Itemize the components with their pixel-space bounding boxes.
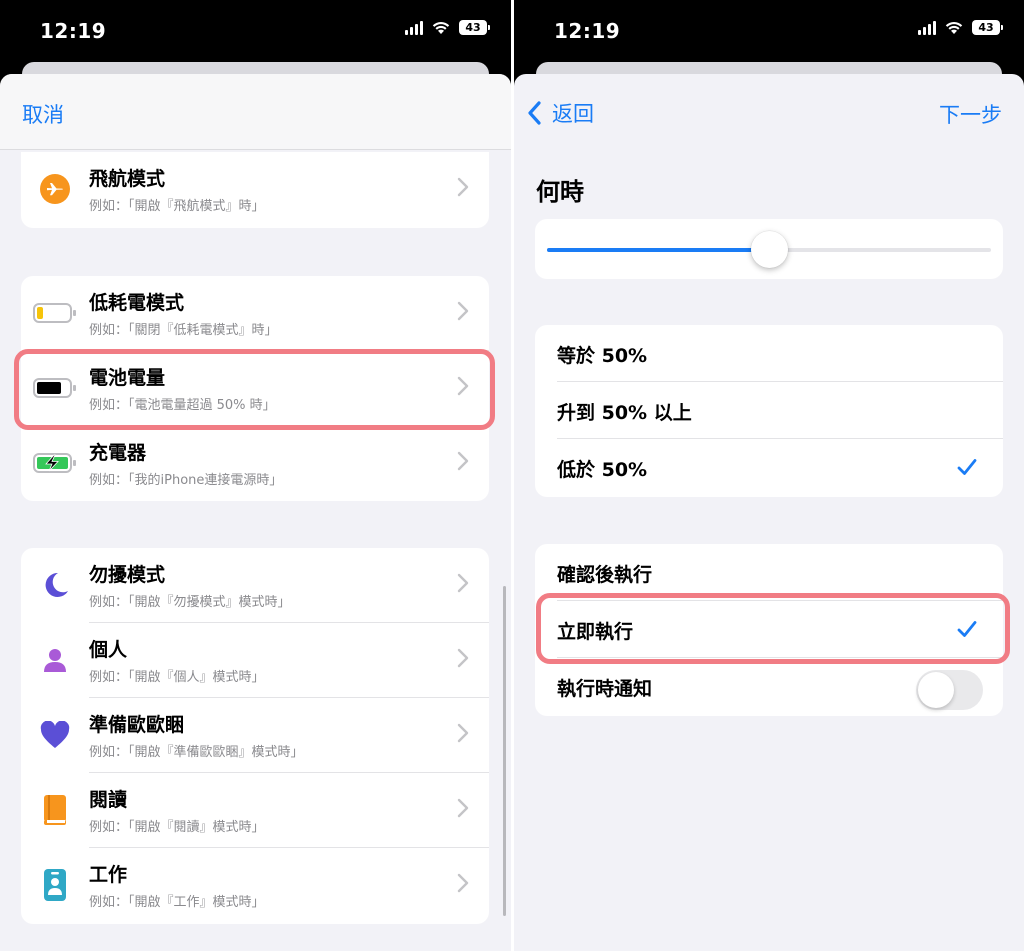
nav-bar: 取消 [0, 74, 511, 150]
item-subtitle: 例如：「開啟『飛航模式』時」 [89, 199, 265, 214]
item-subtitle: 例如：「關閉『低耗電模式』時」 [89, 323, 278, 338]
item-title: 勿擾模式 [89, 564, 166, 586]
left-screen: 12:19 43 取消 飛航模式 例如：「開啟『飛航模式』時」 低耗電模式 例如… [0, 0, 511, 951]
next-button[interactable]: 下一步 [939, 99, 1002, 129]
item-title: 閱讀 [89, 789, 128, 811]
list-item-sleep[interactable]: 準備歐歐睏 例如：「開啟『準備歐歐睏』模式時」 [21, 698, 489, 773]
option-rise-above[interactable]: 升到 50% 以上 [535, 382, 1003, 439]
item-title: 低耗電模式 [89, 292, 185, 314]
list-item-battery-level[interactable]: 電池電量 例如：「電池電量超過 50% 時」 [21, 351, 489, 426]
chevron-left-icon [528, 101, 541, 125]
item-title: 工作 [89, 864, 128, 886]
condition-options: 等於 50% 升到 50% 以上 低於 50% [535, 325, 1003, 497]
option-ask-before-running[interactable]: 確認後執行 [535, 544, 1003, 601]
item-subtitle: 例如：「開啟『閱讀』模式時」 [89, 820, 265, 835]
option-label: 立即執行 [557, 621, 634, 643]
chevron-right-icon [457, 451, 469, 471]
list-item-low-power-mode[interactable]: 低耗電模式 例如：「關閉『低耗電模式』時」 [21, 276, 489, 351]
option-below[interactable]: 低於 50% [535, 439, 1003, 496]
slider-fill [547, 248, 769, 252]
item-title: 個人 [89, 639, 128, 661]
status-bar: 12:19 43 [514, 0, 1024, 64]
heart-icon [33, 718, 77, 752]
airplane-icon [33, 172, 77, 206]
section-title: 何時 [536, 178, 584, 206]
cellular-signal-icon [918, 20, 936, 35]
battery-status-icon: 43 [972, 20, 1003, 35]
chevron-right-icon [457, 376, 469, 396]
right-screen: 12:19 43 返回 下一步 何時 等於 50% 升到 50% 以上 低於 5… [514, 0, 1024, 951]
battery-trigger-sheet: 返回 下一步 何時 等於 50% 升到 50% 以上 低於 50% 確認後執行 … [514, 74, 1024, 951]
wifi-icon [432, 22, 450, 34]
battery-level-icon [33, 371, 77, 405]
item-subtitle: 例如：「開啟『勿擾模式』模式時」 [89, 595, 291, 610]
item-title: 電池電量 [89, 367, 166, 389]
cancel-button[interactable]: 取消 [22, 99, 64, 129]
chevron-right-icon [457, 798, 469, 818]
checkmark-icon [957, 621, 977, 637]
chevron-right-icon [457, 177, 469, 197]
back-button[interactable]: 返回 [526, 98, 594, 128]
option-equal[interactable]: 等於 50% [535, 325, 1003, 382]
charging-battery-icon [33, 446, 77, 480]
item-subtitle: 例如：「我的iPhone連接電源時」 [89, 473, 283, 488]
list-group: 低耗電模式 例如：「關閉『低耗電模式』時」 電池電量 例如：「電池電量超過 50… [21, 276, 489, 501]
option-label: 低於 50% [557, 459, 648, 481]
status-bar: 12:19 43 [0, 0, 511, 64]
person-icon [33, 643, 77, 677]
option-label: 等於 50% [557, 345, 648, 367]
back-label: 返回 [552, 102, 594, 126]
item-title: 準備歐歐睏 [89, 714, 185, 736]
notify-when-run-row: 執行時通知 [535, 658, 1003, 716]
list-item-reading[interactable]: 閱讀 例如：「開啟『閱讀』模式時」 [21, 773, 489, 848]
book-icon [33, 793, 77, 827]
option-run-immediately[interactable]: 立即執行 [535, 601, 1003, 658]
battery-status-icon: 43 [459, 20, 490, 35]
cellular-signal-icon [405, 20, 423, 35]
list-group: 飛航模式 例如：「開啟『飛航模式』時」 [21, 152, 489, 228]
scrollbar[interactable] [503, 586, 506, 916]
checkmark-icon [957, 459, 977, 475]
item-title: 飛航模式 [89, 168, 166, 190]
chevron-right-icon [457, 873, 469, 893]
list-item-airplane-mode[interactable]: 飛航模式 例如：「開啟『飛航模式』時」 [21, 152, 489, 227]
wifi-icon [945, 22, 963, 34]
moon-icon [33, 568, 77, 602]
trigger-list-sheet: 取消 飛航模式 例如：「開啟『飛航模式』時」 低耗電模式 例如：「關閉『低耗電模… [0, 74, 511, 951]
run-options: 確認後執行 立即執行 執行時通知 [535, 544, 1003, 716]
list-item-charger[interactable]: 充電器 例如：「我的iPhone連接電源時」 [21, 426, 489, 501]
status-time: 12:19 [40, 19, 107, 43]
chevron-right-icon [457, 573, 469, 593]
option-label: 確認後執行 [557, 564, 653, 586]
slider-thumb[interactable] [751, 231, 788, 268]
item-subtitle: 例如：「開啟『個人』模式時」 [89, 670, 265, 685]
low-battery-icon [33, 296, 77, 330]
chevron-right-icon [457, 301, 469, 321]
chevron-right-icon [457, 648, 469, 668]
list-item-personal[interactable]: 個人 例如：「開啟『個人』模式時」 [21, 623, 489, 698]
list-item-do-not-disturb[interactable]: 勿擾模式 例如：「開啟『勿擾模式』模式時」 [21, 548, 489, 623]
option-label: 執行時通知 [557, 678, 653, 700]
item-subtitle: 例如：「開啟『準備歐歐睏』模式時」 [89, 745, 304, 760]
battery-level-slider-card [535, 219, 1003, 279]
option-label: 升到 50% 以上 [557, 402, 692, 424]
status-time: 12:19 [554, 19, 621, 43]
list-item-work[interactable]: 工作 例如：「開啟『工作』模式時」 [21, 848, 489, 923]
chevron-right-icon [457, 723, 469, 743]
id-badge-icon [33, 868, 77, 902]
list-group: 勿擾模式 例如：「開啟『勿擾模式』模式時」 個人 例如：「開啟『個人』模式時」 [21, 548, 489, 924]
item-subtitle: 例如：「開啟『工作』模式時」 [89, 895, 265, 910]
notify-toggle[interactable] [916, 670, 983, 710]
item-title: 充電器 [89, 442, 147, 464]
item-subtitle: 例如：「電池電量超過 50% 時」 [89, 398, 276, 413]
